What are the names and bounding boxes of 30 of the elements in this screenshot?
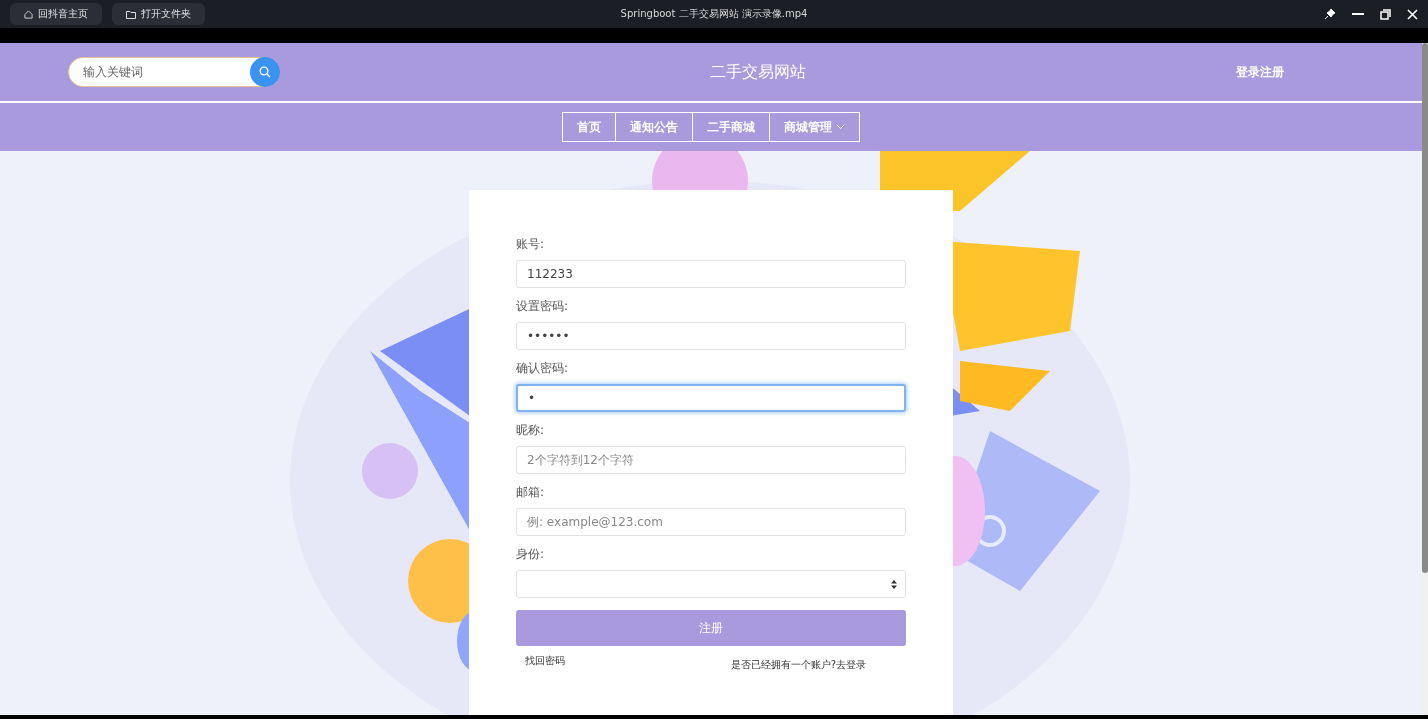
field-label: 昵称: <box>516 422 546 439</box>
search-bar[interactable]: 输入关键词 <box>68 57 280 87</box>
search-button[interactable] <box>250 57 280 87</box>
folder-icon <box>126 9 136 19</box>
restore-icon[interactable] <box>1380 8 1391 20</box>
pin-icon[interactable] <box>1324 8 1336 20</box>
input-field[interactable]: 112233 <box>516 260 906 288</box>
login-link[interactable]: 是否已经拥有一个账户?去登录 <box>730 658 866 672</box>
site-title: 二手交易网站 <box>709 61 807 83</box>
input-field[interactable]: 例: example@123.com <box>516 508 906 536</box>
video-title: Springboot 二手交易网站 演示录像.mp4 <box>620 7 808 21</box>
search-field[interactable]: 输入关键词 <box>81 64 250 80</box>
field-label: 确认密码: <box>516 360 570 377</box>
input-field[interactable]: 2个字符到12个字符 <box>516 446 906 474</box>
scrollbar-thumb[interactable] <box>1422 43 1428 573</box>
field-label: 账号: <box>516 236 546 253</box>
input-field[interactable]: • <box>516 384 906 412</box>
field-label: 设置密码: <box>516 298 570 315</box>
chevron-down-icon <box>835 124 845 130</box>
close-icon[interactable] <box>1407 8 1418 20</box>
forgot-password-link[interactable]: 找回密码 <box>525 654 565 672</box>
player-button[interactable]: 回抖音主页 <box>10 3 102 25</box>
search-icon <box>259 66 271 78</box>
sort-arrows-icon <box>891 579 897 589</box>
player-button[interactable]: 打开文件夹 <box>112 3 205 25</box>
home-icon <box>24 9 33 19</box>
input-field[interactable]: •••••• <box>516 322 906 350</box>
select-field[interactable] <box>516 570 906 598</box>
field-label: 身份: <box>516 546 546 563</box>
field-label: 邮箱: <box>516 484 546 501</box>
